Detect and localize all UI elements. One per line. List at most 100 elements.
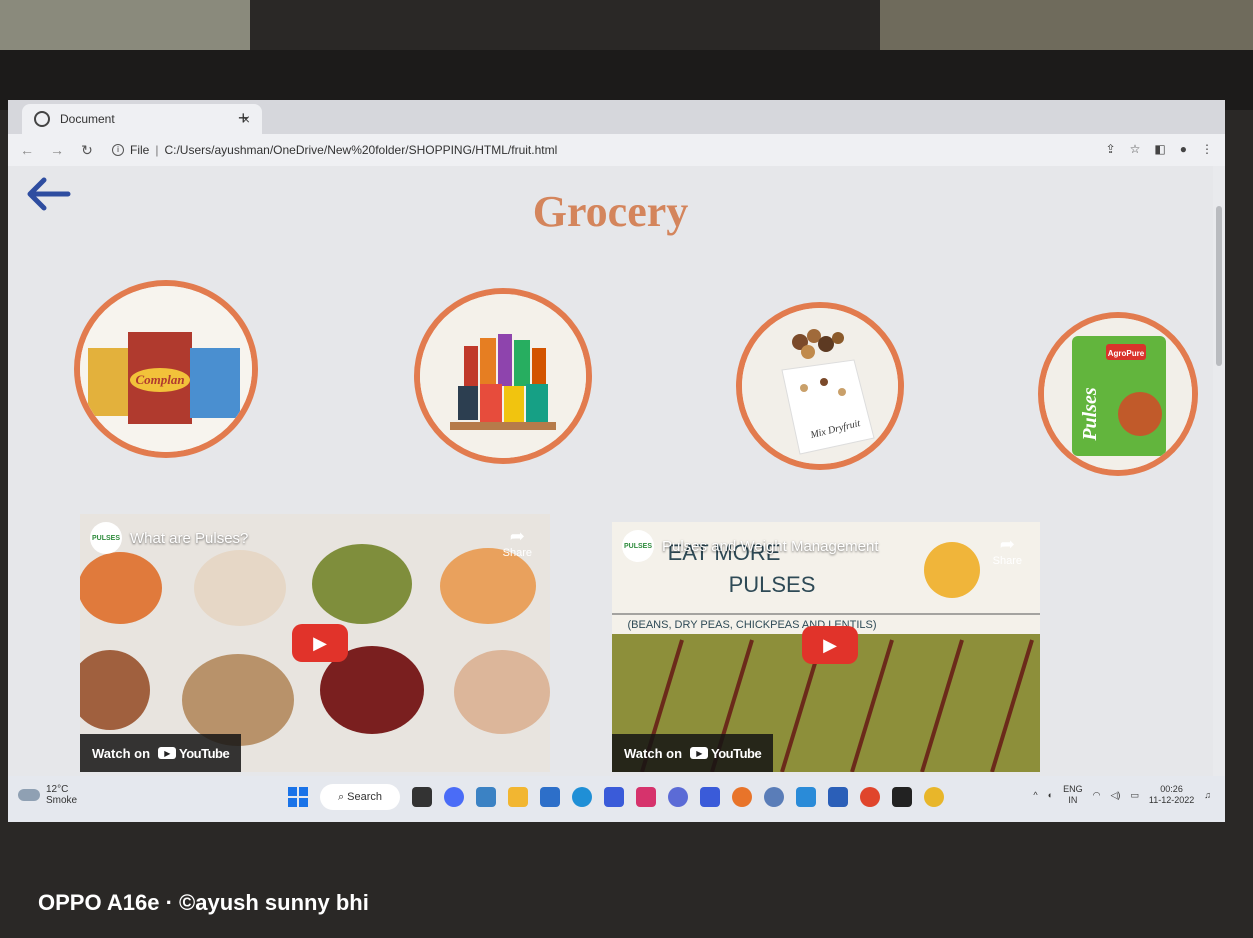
address-bar: ← → ↻ i File | C:/Users/ayushman/OneDriv… (8, 134, 1225, 166)
pulses-brand-label: Pulses (1079, 387, 1101, 442)
youtube-label: YouTube (179, 745, 230, 761)
product-pulses[interactable]: AgroPure Pulses (1038, 312, 1198, 476)
share-button[interactable]: ➦ Share (993, 534, 1022, 567)
complan-brand-label: Complan (135, 372, 184, 387)
new-tab-button[interactable]: + (238, 108, 249, 129)
video-what-are-pulses[interactable]: PULSES What are Pulses? ➦ Share ▶ Watch … (80, 514, 550, 772)
play-icon: ▶ (823, 634, 837, 655)
url-prefix: File (130, 143, 150, 157)
menu-icon[interactable]: ⋮ (1201, 142, 1213, 156)
app-icon-blue-2[interactable] (700, 787, 720, 807)
youtube-logo: ▶ YouTube (690, 745, 762, 761)
share-arrow-icon: ➦ (509, 526, 525, 546)
weather-temp: 12°C (46, 784, 69, 795)
sidepanel-icon[interactable]: ◧ (1154, 142, 1165, 156)
tab-title: Document (60, 112, 115, 126)
notion-icon[interactable] (892, 787, 912, 807)
battery-icon[interactable]: ▭ (1130, 790, 1139, 801)
app-icon-infinity[interactable] (668, 787, 688, 807)
youtube-play-icon: ▶ (158, 747, 177, 759)
browser-toolbar-icons: ⇪ ☆ ◧ ● ⋮ (1106, 142, 1213, 156)
video-title[interactable]: Pulses and Weight Management (662, 538, 879, 555)
chrome-icon-2[interactable] (924, 787, 944, 807)
settings-icon[interactable] (764, 787, 784, 807)
monitor-screen: Document × + ⌄ – ▢ ✕ ← → ↻ i File | C:/U… (8, 100, 1225, 822)
search-label: Search (347, 791, 383, 803)
reload-button[interactable]: ↻ (76, 142, 98, 159)
task-view-icon[interactable] (412, 787, 432, 807)
channel-logo[interactable]: PULSES (90, 522, 122, 554)
notification-bell-icon[interactable]: ♫ (1204, 790, 1211, 800)
play-icon: ▶ (313, 632, 327, 653)
share-label: Share (992, 555, 1022, 567)
vscode-icon[interactable] (796, 787, 816, 807)
chevron-up-icon[interactable]: ^ (1033, 790, 1037, 800)
url-text: C:/Users/ayushman/OneDrive/New%20folder/… (164, 143, 558, 157)
clock[interactable]: 00:26 11-12-2022 (1149, 784, 1194, 806)
scrollbar-thumb[interactable] (1216, 206, 1222, 366)
url-separator: | (155, 143, 159, 157)
tray-app-icon[interactable]: ◐ (1048, 790, 1053, 800)
page-scrollbar[interactable] (1213, 166, 1225, 776)
star-icon[interactable]: ☆ (1130, 142, 1141, 156)
globe-icon (34, 111, 50, 127)
back-nav-button[interactable]: ← (16, 142, 38, 158)
weather-desc: Smoke (46, 795, 78, 806)
instagram-icon[interactable] (636, 787, 656, 807)
channel-logo[interactable]: PULSES (622, 530, 654, 562)
video-title[interactable]: What are Pulses? (130, 530, 248, 547)
info-icon: i (112, 144, 124, 156)
pulses-brand-sub: AgroPure (1108, 349, 1145, 358)
web-page: Grocery Complan Mix Dryfruit AgroPure Pu… (8, 166, 1213, 776)
browser-tab[interactable]: Document × (22, 104, 262, 134)
clock-date: 11-12-2022 (1148, 795, 1195, 805)
camera-watermark: OPPO A16e · ©ayush sunny bhi (38, 890, 369, 915)
share-icon[interactable]: ⇪ (1106, 142, 1116, 156)
windows-start-icon[interactable] (288, 787, 308, 807)
browser-tab-bar: Document × + (8, 100, 1225, 134)
app-icon-blue[interactable] (604, 787, 624, 807)
taskbar-search[interactable]: ⌕ Search (320, 784, 400, 810)
lang-top: ENG (1063, 784, 1083, 794)
taskbar-apps: ⌕ Search (288, 784, 944, 810)
clock-time: 00:26 (1160, 784, 1183, 794)
word-icon[interactable] (828, 787, 848, 807)
store-icon[interactable] (540, 787, 560, 807)
forward-nav-button[interactable]: → (46, 142, 68, 158)
chrome-icon[interactable] (860, 787, 880, 807)
product-complan[interactable]: Complan (74, 280, 258, 458)
wifi-icon[interactable]: ◠ (1093, 790, 1101, 801)
search-icon: ⌕ (337, 790, 348, 803)
volume-icon[interactable]: ◁) (1110, 790, 1120, 801)
video-pulses-weight-management[interactable]: EAT MORE PULSES (BEANS, DRY PEAS, CHICKP… (612, 522, 1040, 772)
profile-icon[interactable]: ● (1180, 142, 1187, 156)
grocery-assortment-image (420, 294, 586, 458)
product-mix-dryfruit[interactable]: Mix Dryfruit (736, 302, 904, 470)
watch-on-label: Watch on (92, 745, 151, 761)
share-arrow-icon: ➦ (999, 534, 1015, 554)
url-field[interactable]: i File | C:/Users/ayushman/OneDrive/New%… (112, 143, 557, 157)
watch-on-youtube-button[interactable]: Watch on ▶ YouTube (80, 734, 242, 772)
weather-widget[interactable]: 12°C Smoke (18, 784, 77, 806)
product-grocery-assortment[interactable] (414, 288, 592, 464)
firefox-icon[interactable] (732, 787, 752, 807)
file-explorer-icon[interactable] (508, 787, 528, 807)
youtube-play-icon: ▶ (690, 747, 709, 759)
page-title: Grocery (532, 187, 689, 236)
edge-icon[interactable] (572, 787, 592, 807)
lang-bottom: IN (1068, 795, 1078, 805)
watch-on-youtube-button[interactable]: Watch on ▶ YouTube (612, 734, 774, 772)
pulses-pack-image: AgroPure Pulses (1044, 318, 1192, 470)
youtube-label: YouTube (711, 745, 762, 761)
play-button[interactable]: ▶ (292, 624, 348, 662)
mix-dryfruit-image: Mix Dryfruit (742, 308, 898, 464)
overlay-pulses: PULSES (729, 572, 816, 597)
language-indicator[interactable]: ENG IN (1063, 784, 1083, 806)
complan-image: Complan (80, 286, 252, 452)
youtube-logo: ▶ YouTube (158, 745, 230, 761)
widgets-icon[interactable] (476, 787, 496, 807)
play-button[interactable]: ▶ (802, 626, 858, 664)
share-button[interactable]: ➦ Share (503, 526, 532, 559)
chat-icon[interactable] (444, 787, 464, 807)
system-tray: ^ ◐ ENG IN ◠ ◁) ▭ 00:26 11-12-2022 ♫ (1033, 784, 1211, 806)
